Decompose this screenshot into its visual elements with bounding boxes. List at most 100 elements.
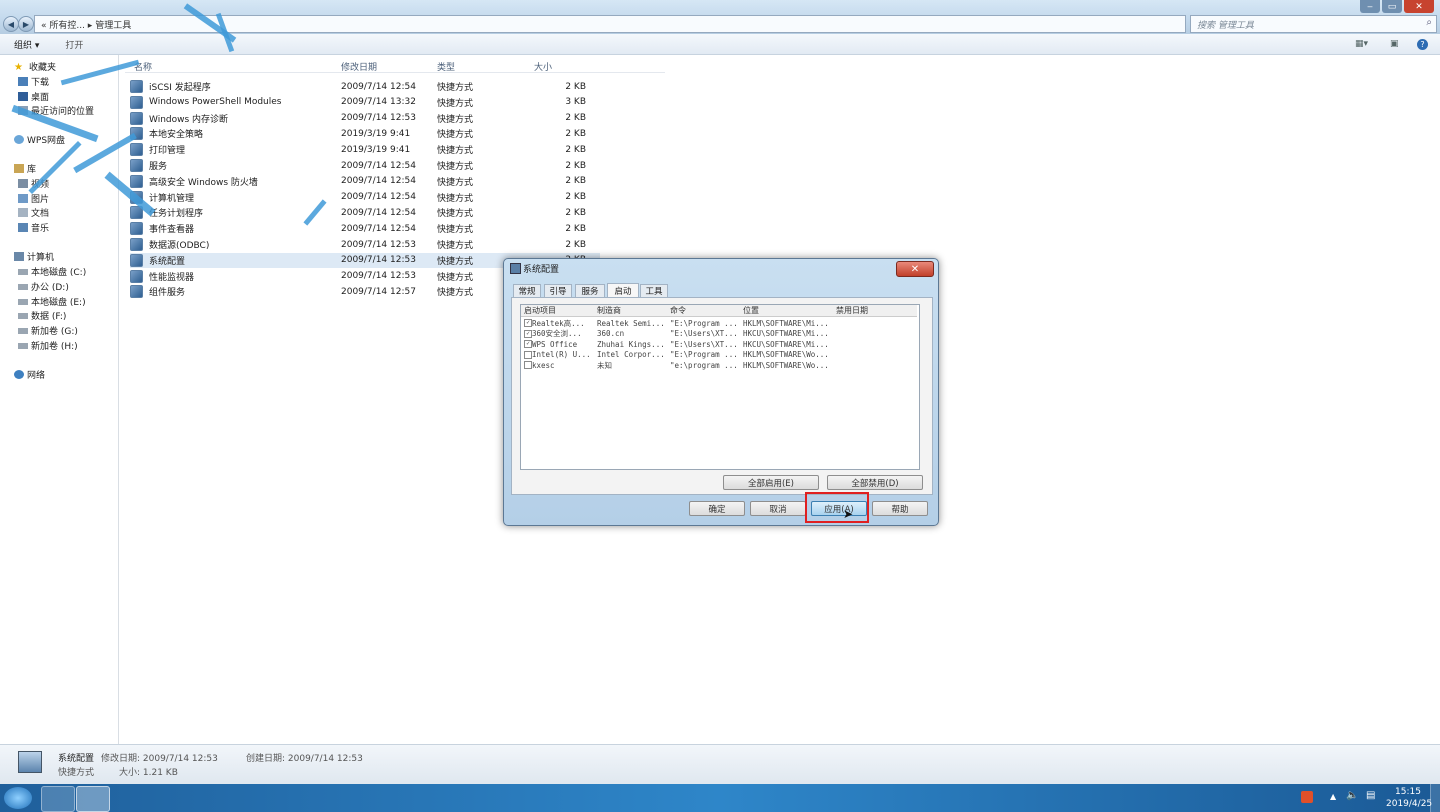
network-tray-icon[interactable]: ▤ [1366, 790, 1375, 801]
maximize-button[interactable]: ▭ [1382, 0, 1402, 13]
list-header-location[interactable]: 位置 [743, 305, 759, 316]
enable-all-button[interactable]: 全部启用(E) [723, 475, 819, 490]
status-file-name: 系统配置 [58, 754, 95, 764]
shortcut-icon [130, 238, 143, 251]
forward-button[interactable]: ▶ [18, 16, 34, 32]
tab-startup[interactable]: 启动 [607, 283, 639, 298]
startup-item-row[interactable]: ✓ 360安全浏... 360.cn "E:\Users\XT... HKCU\SOFT… [521, 329, 917, 339]
shortcut-icon [130, 253, 143, 267]
drive-icon [18, 312, 28, 319]
file-row[interactable]: 数据源(ODBC) 2009/7/14 12:53 快捷方式 2 KB [130, 237, 600, 252]
list-header-command[interactable]: 命令 [670, 305, 686, 316]
sidebar-label: 网络 [27, 371, 46, 381]
list-header-item[interactable]: 启动项目 [524, 305, 556, 316]
startup-tab-pane: 启动项目 制造商 命令 位置 禁用日期 ✓ Realtek高... Realtek … [511, 297, 933, 495]
video-icon [18, 179, 28, 188]
startup-item-command: "E:\Program ... [670, 318, 738, 328]
preview-pane-icon[interactable]: ▣ [1390, 39, 1399, 49]
file-row[interactable]: 打印管理 2019/3/19 9:41 快捷方式 2 KB [130, 142, 600, 157]
sidebar-drive-f[interactable]: 数据 (F:) [18, 309, 66, 322]
input-method-icon[interactable] [1301, 791, 1313, 803]
tab-boot[interactable]: 引导 [544, 284, 572, 297]
list-header-disabled-date[interactable]: 禁用日期 [836, 305, 868, 316]
shortcut-icon [130, 174, 143, 188]
tab-tools[interactable]: 工具 [640, 284, 668, 297]
file-date: 2019/3/19 9:41 [341, 144, 411, 155]
startup-item-checkbox[interactable]: ✓ [524, 340, 532, 348]
startup-item-row[interactable]: kxesc 未知 "e:\program ... HKLM\SOFTWARE\Wo..… [521, 360, 917, 370]
dialog-close-button[interactable]: ✕ [896, 261, 934, 277]
file-row[interactable]: 本地安全策略 2019/3/19 9:41 快捷方式 2 KB [130, 126, 600, 141]
startup-item-row[interactable]: ✓ Realtek高... Realtek Semi... "E:\Program .… [521, 318, 917, 328]
help-button[interactable]: 帮助 [872, 501, 928, 516]
startup-item-row[interactable]: Intel(R) U... Intel Corpor... "E:\Program … [521, 350, 917, 360]
sidebar-label: 新加卷 (G:) [31, 327, 78, 337]
show-desktop-button[interactable] [1430, 784, 1440, 812]
back-button[interactable]: ◀ [3, 16, 19, 32]
sidebar-item-documents[interactable]: 文档 [18, 206, 49, 219]
startup-item-checkbox[interactable] [524, 350, 532, 359]
list-header-maker[interactable]: 制造商 [597, 305, 621, 316]
file-row[interactable]: 服务 2009/7/14 12:54 快捷方式 2 KB [130, 158, 600, 173]
startup-item-checkbox[interactable]: ✓ [524, 329, 532, 338]
sidebar-drive-h[interactable]: 新加卷 (H:) [18, 339, 78, 352]
selected-file-icon [18, 751, 42, 773]
clock-time[interactable]: 15:15 [1395, 787, 1421, 797]
file-row[interactable]: 计算机管理 2009/7/14 12:54 快捷方式 2 KB [130, 190, 600, 205]
file-size: 2 KB [565, 81, 586, 92]
sidebar-item-desktop[interactable]: 桌面 [18, 90, 49, 103]
sidebar-wps[interactable]: WPS网盘 [14, 133, 65, 146]
taskbar-explorer-button[interactable] [41, 786, 75, 812]
help-icon[interactable]: ? [1417, 38, 1428, 50]
file-date: 2009/7/14 12:57 [341, 286, 416, 297]
taskbar-msconfig-button[interactable] [76, 786, 110, 812]
file-name: Windows 内存诊断 [149, 114, 229, 125]
file-date: 2009/7/14 13:32 [341, 97, 416, 108]
view-options-icon[interactable]: ▦▾ [1355, 39, 1368, 49]
sidebar-item-download[interactable]: 下载 [18, 75, 49, 88]
sidebar-item-pictures[interactable]: 图片 [18, 192, 49, 205]
sidebar-item-music[interactable]: 音乐 [18, 221, 49, 234]
tray-expand-icon[interactable]: ▲ [1330, 792, 1336, 801]
file-type: 快捷方式 [437, 98, 474, 109]
ok-button[interactable]: 确定 [689, 501, 745, 516]
file-row[interactable]: 高级安全 Windows 防火墙 2009/7/14 12:54 快捷方式 2 KB [130, 174, 600, 189]
file-date: 2009/7/14 12:54 [341, 192, 416, 203]
open-button[interactable]: 打开 [65, 38, 83, 51]
sidebar-favorites[interactable]: ★ 收藏夹 [14, 60, 56, 73]
msconfig-icon [510, 263, 521, 274]
disable-all-button[interactable]: 全部禁用(D) [827, 475, 923, 490]
sidebar-network[interactable]: 网络 [14, 368, 45, 381]
tab-general[interactable]: 常规 [513, 284, 541, 297]
file-row[interactable]: iSCSI 发起程序 2009/7/14 12:54 快捷方式 2 KB [130, 79, 600, 94]
sidebar-drive-e[interactable]: 本地磁盘 (E:) [18, 295, 86, 308]
file-name: 服务 [149, 162, 168, 172]
search-icon[interactable]: ⌕ [1426, 17, 1432, 28]
file-row[interactable]: Windows 内存诊断 2009/7/14 12:53 快捷方式 2 KB [130, 111, 600, 126]
close-button[interactable]: ✕ [1404, 0, 1434, 13]
sidebar-computer[interactable]: 计算机 [14, 250, 54, 263]
sidebar-drive-g[interactable]: 新加卷 (G:) [18, 324, 78, 337]
volume-icon[interactable]: 🔈 [1346, 790, 1358, 801]
clock-date[interactable]: 2019/4/25 [1386, 799, 1432, 809]
startup-items-list[interactable]: 启动项目 制造商 命令 位置 禁用日期 ✓ Realtek高... Realtek … [520, 304, 920, 470]
start-button[interactable] [4, 787, 32, 809]
startup-item-row[interactable]: ✓ WPS Office Zhuhai Kings... "E:\Users\XT..… [521, 339, 917, 349]
file-row[interactable]: 事件查看器 2009/7/14 12:54 快捷方式 2 KB [130, 221, 600, 236]
file-row[interactable]: 任务计划程序 2009/7/14 12:54 快捷方式 2 KB [130, 205, 600, 220]
organize-menu[interactable]: 组织 ▾ [14, 38, 39, 51]
sidebar-library[interactable]: 库 [14, 162, 36, 175]
startup-item-checkbox[interactable] [524, 361, 532, 369]
startup-item-checkbox[interactable]: ✓ [524, 319, 532, 327]
file-name: 数据源(ODBC) [149, 241, 210, 251]
file-row[interactable]: Windows PowerShell Modules 2009/7/14 13:3… [130, 95, 600, 110]
file-name: 本地安全策略 [149, 130, 204, 141]
sidebar-drive-c[interactable]: 本地磁盘 (C:) [18, 265, 86, 278]
folder-icon [18, 77, 28, 86]
sidebar-drive-d[interactable]: 办公 (D:) [18, 280, 69, 293]
cancel-button[interactable]: 取消 [750, 501, 806, 516]
tab-services[interactable]: 服务 [575, 284, 605, 297]
desktop-icon [18, 92, 28, 101]
search-input[interactable]: 搜索 管理工具 ⌕ [1190, 15, 1437, 33]
minimize-button[interactable]: ‒ [1360, 0, 1380, 13]
